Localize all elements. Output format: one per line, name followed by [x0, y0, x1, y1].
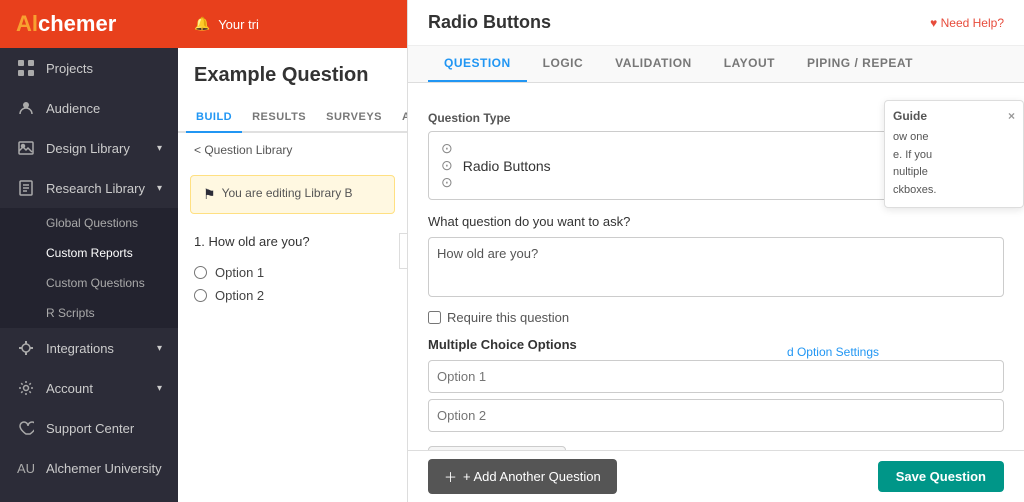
sidebar-item-support[interactable]: Support Center — [0, 408, 178, 448]
chevron-icon: ▾ — [157, 383, 162, 394]
logo-text-rest: chemer — [38, 11, 116, 37]
save-question-button[interactable]: Save Question — [878, 461, 1004, 492]
university-icon: AU — [16, 458, 36, 478]
question-preview: 1. How old are you? — [178, 222, 407, 261]
tab-layout[interactable]: LAYOUT — [708, 46, 791, 82]
sidebar-item-label: Projects — [46, 61, 93, 76]
option-label-1: Option 1 — [215, 265, 264, 280]
tab-validation[interactable]: VALIDATION — [599, 46, 708, 82]
chevron-icon: ▾ — [157, 143, 162, 154]
grid-icon — [16, 58, 36, 78]
guide-text: ow one e. If you nultiple ckboxes. — [893, 129, 1015, 199]
logo-text: Al — [16, 11, 38, 37]
question-textarea[interactable]: How old are you? — [428, 237, 1004, 297]
example-question-title: Example Question — [178, 48, 407, 103]
gear-icon — [16, 378, 36, 398]
sidebar-item-label: Design Library — [46, 141, 130, 156]
tab-adv[interactable]: ADV — [392, 103, 408, 131]
tab-logic[interactable]: LOGIC — [527, 46, 600, 82]
radio-option-2: Option 2 — [178, 284, 407, 307]
sidebar-item-label: Integrations — [46, 341, 114, 356]
option-label-2: Option 2 — [215, 288, 264, 303]
editing-banner: ⚑ You are editing Library B — [190, 175, 395, 214]
book-icon — [16, 178, 36, 198]
sidebar-item-account[interactable]: Account ▾ — [0, 368, 178, 408]
notification-text: Your tri — [218, 17, 259, 32]
question-library-link[interactable]: < Question Library — [178, 133, 407, 167]
question-text-label: What question do you want to ask? — [428, 214, 1004, 229]
tab-piping-repeat[interactable]: PIPING / REPEAT — [791, 46, 929, 82]
right-panel-title: Radio Buttons — [428, 12, 551, 33]
bell-icon: 🔔 — [194, 16, 210, 32]
plus-icon: ＋ — [444, 467, 457, 486]
option-input-1[interactable] — [428, 360, 1004, 393]
right-tabs: QUESTION LOGIC VALIDATION LAYOUT PIPING … — [408, 46, 1024, 83]
sidebar-item-custom-questions[interactable]: Custom Questions — [0, 268, 178, 298]
sidebar-item-global-questions[interactable]: Global Questions — [0, 208, 178, 238]
guide-title: Guide — [893, 109, 927, 123]
tab-build[interactable]: BUILD — [186, 103, 242, 133]
sidebar-item-custom-reports[interactable]: Custom Reports — [0, 238, 178, 268]
require-checkbox[interactable] — [428, 311, 441, 324]
flag-icon: ⚑ — [203, 186, 216, 203]
radio-option-1: Option 1 — [178, 261, 407, 284]
right-panel: Radio Buttons ♥ Need Help? QUESTION LOGI… — [408, 0, 1024, 502]
research-library-submenu: Global Questions Custom Reports Custom Q… — [0, 208, 178, 328]
middle-tabs: BUILD RESULTS SURVEYS ADV — [178, 103, 407, 133]
sidebar-item-label: Account — [46, 381, 93, 396]
sidebar-item-audience[interactable]: Audience — [0, 88, 178, 128]
guide-close-button[interactable]: × — [1008, 109, 1015, 123]
add-another-button[interactable]: ＋ + Add Another Question — [428, 459, 617, 494]
option-input-2[interactable] — [428, 399, 1004, 432]
sidebar-item-design-library[interactable]: Design Library ▾ — [0, 128, 178, 168]
require-checkbox-row: Require this question — [428, 310, 1004, 325]
sidebar-item-r-scripts[interactable]: R Scripts — [0, 298, 178, 328]
tab-results[interactable]: RESULTS — [242, 103, 316, 131]
plug-icon — [16, 338, 36, 358]
sidebar-item-integrations[interactable]: Integrations ▾ — [0, 328, 178, 368]
sidebar-item-research-library[interactable]: Research Library ▾ — [0, 168, 178, 208]
image-icon — [16, 138, 36, 158]
collapse-button[interactable]: ‹ — [399, 233, 408, 269]
app-logo[interactable]: Alchemer — [0, 0, 178, 48]
sidebar-item-university[interactable]: AU Alchemer University — [0, 448, 178, 488]
guide-panel: Guide × ow one e. If you nultiple ckboxe… — [884, 100, 1024, 208]
require-label: Require this question — [447, 310, 569, 325]
sidebar: Alchemer Projects Audience Design Librar… — [0, 0, 178, 502]
middle-panel: 🔔 Your tri Example Question BUILD RESULT… — [178, 0, 408, 502]
multiple-choice-label: Multiple Choice Options — [428, 337, 1004, 352]
radio-input-1[interactable] — [194, 266, 207, 279]
sidebar-item-label: Research Library — [46, 181, 145, 196]
sidebar-item-label: Audience — [46, 101, 100, 116]
right-panel-header: Radio Buttons ♥ Need Help? — [408, 0, 1024, 46]
sidebar-item-label: Support Center — [46, 421, 134, 436]
heart-icon — [16, 418, 36, 438]
person-icon — [16, 98, 36, 118]
notification-bar: 🔔 Your tri — [178, 0, 407, 48]
editing-banner-text: You are editing Library B — [222, 186, 353, 200]
chevron-icon: ▾ — [157, 343, 162, 354]
footer-bar: ＋ + Add Another Question Save Question — [408, 450, 1024, 502]
tab-question[interactable]: QUESTION — [428, 46, 527, 82]
guide-panel-header: Guide × — [893, 109, 1015, 123]
radio-input-2[interactable] — [194, 289, 207, 302]
sidebar-item-projects[interactable]: Projects — [0, 48, 178, 88]
sidebar-item-label: Alchemer University — [46, 461, 162, 476]
tab-surveys[interactable]: SURVEYS — [316, 103, 392, 131]
chevron-icon: ▾ — [157, 183, 162, 194]
radio-icon: ⊙⊙⊙ — [441, 140, 453, 191]
need-help-link[interactable]: ♥ Need Help? — [930, 16, 1004, 30]
adv-option-settings-link[interactable]: d Option Settings — [787, 345, 879, 359]
